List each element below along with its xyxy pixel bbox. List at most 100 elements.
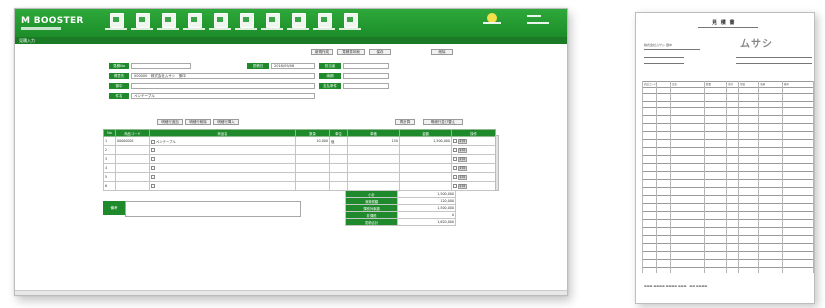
- row-name[interactable]: [149, 163, 296, 173]
- lookup-icon[interactable]: [151, 139, 155, 144]
- nav-icon-purchase[interactable]: [240, 13, 254, 28]
- detail-scrollbar[interactable]: [495, 135, 499, 191]
- row-checkbox[interactable]: [453, 157, 457, 161]
- lookup-icon[interactable]: [151, 166, 155, 170]
- row-qty[interactable]: [295, 145, 330, 155]
- row-checkbox[interactable]: [453, 166, 457, 170]
- row-checkbox[interactable]: [453, 148, 457, 152]
- document-customer: 株式会社ムサシ 御中: [644, 43, 672, 47]
- totals-row: 見積合計 1,620,000: [345, 218, 456, 226]
- col-no: No: [103, 129, 116, 137]
- row-qty[interactable]: [295, 172, 330, 182]
- row-delete-button[interactable]: 削除: [458, 147, 467, 153]
- honorific-field[interactable]: [131, 83, 315, 89]
- row-checkbox[interactable]: [453, 139, 457, 143]
- grid-line: [642, 87, 814, 88]
- new-button[interactable]: 新規作成: [311, 49, 333, 55]
- row-name[interactable]: [149, 181, 296, 191]
- row-price-text: 150: [391, 139, 398, 143]
- detail-header-row: No 商品コード 商品名 数量 単位 単価 金額 操作: [103, 129, 496, 137]
- lookup-icon[interactable]: [151, 184, 155, 188]
- lookup-icon[interactable]: [151, 175, 155, 179]
- print-button[interactable]: 見積書印刷: [337, 49, 365, 55]
- customer-field[interactable]: 000000 株式会社ムサシ 御中: [131, 73, 315, 79]
- staff-field[interactable]: [343, 63, 389, 69]
- memo-field[interactable]: [125, 201, 301, 217]
- save-button[interactable]: 保存: [369, 49, 391, 55]
- row-code[interactable]: [115, 172, 150, 182]
- nav-icon-master[interactable]: [318, 13, 332, 28]
- row-qty[interactable]: [295, 163, 330, 173]
- add-row-button[interactable]: 明細行追加: [157, 119, 183, 125]
- row-action: 削除: [451, 136, 496, 146]
- row-price[interactable]: [347, 172, 400, 182]
- nav-icon-report[interactable]: [344, 13, 358, 28]
- row-unit[interactable]: 個: [329, 136, 348, 146]
- row-name[interactable]: ペンテーブル: [149, 136, 296, 146]
- row-delete-button[interactable]: 削除: [458, 174, 467, 180]
- table-row[interactable]: 4 削除: [103, 163, 496, 173]
- row-checkbox[interactable]: [453, 175, 457, 179]
- row-checkbox[interactable]: [453, 184, 457, 188]
- row-qty[interactable]: 10,000: [295, 136, 330, 146]
- row-name[interactable]: [149, 145, 296, 155]
- row-price[interactable]: [347, 154, 400, 164]
- delivery-field[interactable]: [343, 73, 389, 79]
- row-delete-button[interactable]: 削除: [458, 138, 467, 144]
- row-price[interactable]: 150: [347, 136, 400, 146]
- row-price[interactable]: [347, 163, 400, 173]
- row-code[interactable]: [115, 145, 150, 155]
- row-name-text: ペンテーブル: [156, 139, 176, 144]
- row-amount-text: 1,500,000: [433, 139, 450, 143]
- date-field[interactable]: 2016/09/06: [271, 63, 315, 69]
- row-code[interactable]: [115, 181, 150, 191]
- nav-label-order: [131, 28, 153, 30]
- row-code[interactable]: [115, 154, 150, 164]
- document-column-header: 単位: [728, 83, 734, 86]
- grid-column-line: [726, 81, 727, 273]
- row-unit[interactable]: [329, 172, 348, 182]
- delete-row-button[interactable]: 明細行削除: [185, 119, 211, 125]
- grid-line: [642, 107, 814, 108]
- logout-link-bar[interactable]: [527, 15, 541, 17]
- row-qty[interactable]: [295, 181, 330, 191]
- nav-icon-order[interactable]: [136, 13, 150, 28]
- row-qty-text: 10,000: [316, 139, 328, 143]
- nav-icon-estimate[interactable]: [110, 13, 124, 28]
- nav-icon-deposit[interactable]: [214, 13, 228, 28]
- nav-label-payment: [261, 28, 283, 30]
- row-code[interactable]: 00000001: [115, 136, 150, 146]
- row-code[interactable]: [115, 163, 150, 173]
- row-delete-button[interactable]: 削除: [458, 165, 467, 171]
- row-amount: [399, 154, 452, 164]
- nav-icon-billing[interactable]: [188, 13, 202, 28]
- payment-field[interactable]: [343, 83, 389, 89]
- row-unit[interactable]: [329, 145, 348, 155]
- row-name[interactable]: [149, 172, 296, 182]
- row-unit[interactable]: [329, 154, 348, 164]
- lookup-icon[interactable]: [151, 157, 155, 161]
- info-line-2: [644, 63, 684, 64]
- estimate-no-field[interactable]: [131, 63, 191, 69]
- row-name[interactable]: [149, 154, 296, 164]
- insert-row-button[interactable]: 明細行挿入: [213, 119, 239, 125]
- nav-icon-sales[interactable]: [162, 13, 176, 28]
- table-row[interactable]: 2 削除: [103, 145, 496, 155]
- table-row[interactable]: 3 削除: [103, 154, 496, 164]
- recalc-button[interactable]: 再計算: [395, 119, 415, 125]
- row-qty[interactable]: [295, 154, 330, 164]
- table-row[interactable]: 1 00000001 ペンテーブル 10,000 個 150 1,500,000 削除: [103, 136, 496, 146]
- nav-icon-payment[interactable]: [266, 13, 280, 28]
- nav-icon-inventory[interactable]: [292, 13, 306, 28]
- subject-field[interactable]: ペンテーブル: [131, 93, 315, 99]
- row-unit[interactable]: [329, 163, 348, 173]
- sort-rows-button[interactable]: 明細行並び替え: [423, 119, 463, 125]
- delete-button[interactable]: 削除: [431, 49, 453, 55]
- totals-row: 消費税額 120,000: [345, 197, 456, 205]
- row-delete-button[interactable]: 削除: [458, 183, 467, 189]
- row-price[interactable]: [347, 145, 400, 155]
- row-delete-button[interactable]: 削除: [458, 156, 467, 162]
- table-row[interactable]: 5 削除: [103, 172, 496, 182]
- grid-line: [642, 251, 814, 252]
- lookup-icon[interactable]: [151, 148, 155, 152]
